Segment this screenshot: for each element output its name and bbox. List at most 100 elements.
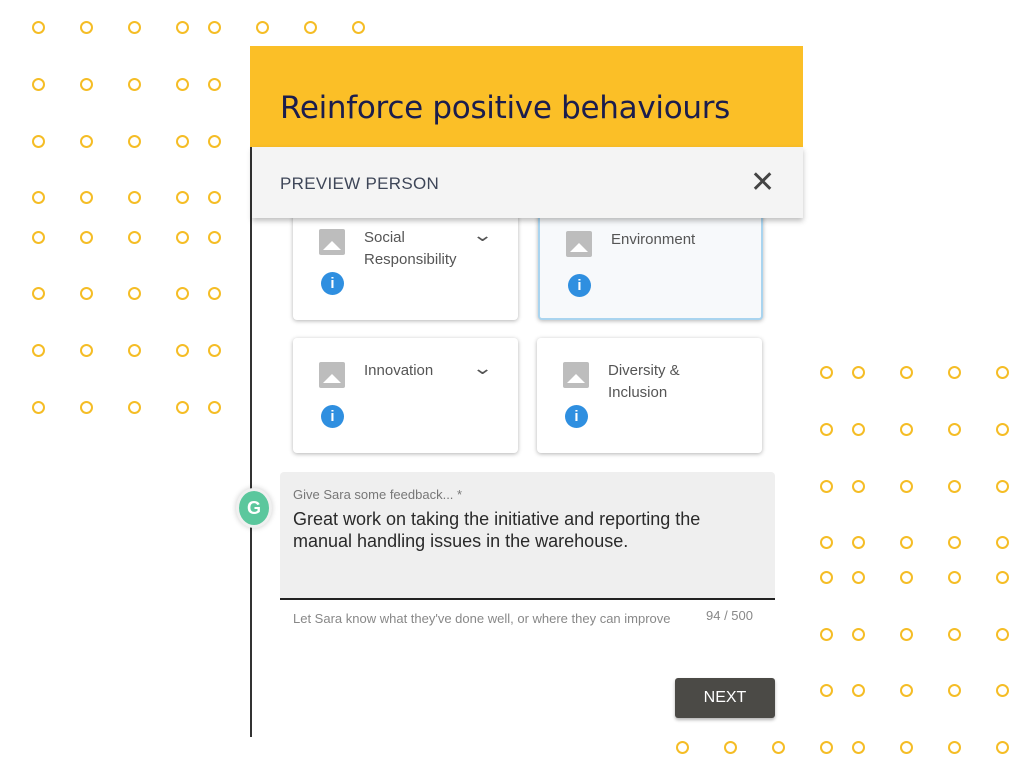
dot <box>900 366 913 379</box>
category-card-innovation[interactable]: Innovation ⌄ i <box>293 338 518 453</box>
dot <box>208 344 221 357</box>
dot <box>820 423 833 436</box>
dot <box>900 684 913 697</box>
dot <box>900 480 913 493</box>
feedback-label: Give Sara some feedback... * <box>293 487 463 502</box>
dot <box>128 78 141 91</box>
dot <box>208 231 221 244</box>
dot <box>852 366 865 379</box>
dot <box>176 287 189 300</box>
dot <box>772 741 785 754</box>
dot <box>176 231 189 244</box>
dot <box>176 21 189 34</box>
dot <box>208 401 221 414</box>
dot <box>996 684 1009 697</box>
feedback-textarea[interactable]: Give Sara some feedback... * Great work … <box>280 472 775 600</box>
dialog-header: Reinforce positive behaviours <box>250 46 803 147</box>
dot <box>948 684 961 697</box>
dot <box>900 536 913 549</box>
dot <box>852 480 865 493</box>
image-icon <box>566 231 592 257</box>
dot <box>80 231 93 244</box>
chevron-down-icon[interactable]: ⌄ <box>472 225 493 246</box>
dot <box>996 366 1009 379</box>
grammarly-icon[interactable]: G <box>236 488 272 528</box>
dot <box>80 344 93 357</box>
dot <box>208 135 221 148</box>
dot <box>208 78 221 91</box>
dot <box>996 423 1009 436</box>
dot <box>80 401 93 414</box>
dot <box>32 191 45 204</box>
dot <box>176 401 189 414</box>
dot <box>128 135 141 148</box>
image-icon <box>319 229 345 255</box>
dot <box>128 231 141 244</box>
info-icon[interactable]: i <box>321 272 344 295</box>
card-label: Environment <box>611 231 696 248</box>
dot <box>128 191 141 204</box>
category-card-environment[interactable]: Environment i <box>538 205 763 320</box>
image-icon <box>563 362 589 388</box>
feedback-value[interactable]: Great work on taking the initiative and … <box>293 508 763 552</box>
dot <box>852 423 865 436</box>
dot <box>176 78 189 91</box>
chevron-down-icon[interactable]: ⌄ <box>472 358 493 379</box>
dot <box>900 741 913 754</box>
dot <box>32 135 45 148</box>
dot <box>852 684 865 697</box>
next-button[interactable]: NEXT <box>675 678 775 718</box>
dot <box>900 628 913 641</box>
dot <box>996 741 1009 754</box>
dot <box>176 135 189 148</box>
dot <box>80 287 93 300</box>
dot <box>820 366 833 379</box>
dot <box>80 21 93 34</box>
dot <box>852 741 865 754</box>
dot <box>32 401 45 414</box>
dot <box>820 741 833 754</box>
dot <box>208 21 221 34</box>
dot <box>996 628 1009 641</box>
dot <box>208 191 221 204</box>
category-card-diversity-inclusion[interactable]: Diversity & Inclusion i <box>537 338 762 453</box>
dot <box>820 536 833 549</box>
dot <box>128 21 141 34</box>
dot <box>724 741 737 754</box>
image-icon <box>319 362 345 388</box>
preview-bar: PREVIEW PERSON ✕ <box>252 147 803 218</box>
dot <box>32 78 45 91</box>
info-icon[interactable]: i <box>321 405 344 428</box>
dot <box>80 78 93 91</box>
info-icon[interactable]: i <box>565 405 588 428</box>
dot <box>176 191 189 204</box>
char-counter: 94 / 500 <box>706 608 753 623</box>
dot <box>900 571 913 584</box>
dot <box>32 21 45 34</box>
dot <box>128 401 141 414</box>
info-icon[interactable]: i <box>568 274 591 297</box>
card-label: Diversity & Inclusion <box>608 362 680 401</box>
dot <box>852 628 865 641</box>
preview-title: PREVIEW PERSON <box>280 174 440 193</box>
dot <box>820 571 833 584</box>
dot <box>996 536 1009 549</box>
dot <box>948 741 961 754</box>
category-card-social-responsibility[interactable]: Social Responsibility ⌄ i <box>293 205 518 320</box>
dot <box>256 21 269 34</box>
dot <box>948 423 961 436</box>
dot <box>32 231 45 244</box>
dot <box>948 480 961 493</box>
dot <box>128 287 141 300</box>
close-icon[interactable]: ✕ <box>750 165 775 200</box>
dot <box>900 423 913 436</box>
dot <box>32 344 45 357</box>
dot <box>820 480 833 493</box>
dot <box>32 287 45 300</box>
page-title: Reinforce positive behaviours <box>280 90 731 126</box>
card-label: Innovation <box>364 362 434 379</box>
dot <box>80 191 93 204</box>
dot <box>948 628 961 641</box>
dot <box>676 741 689 754</box>
dot <box>852 536 865 549</box>
